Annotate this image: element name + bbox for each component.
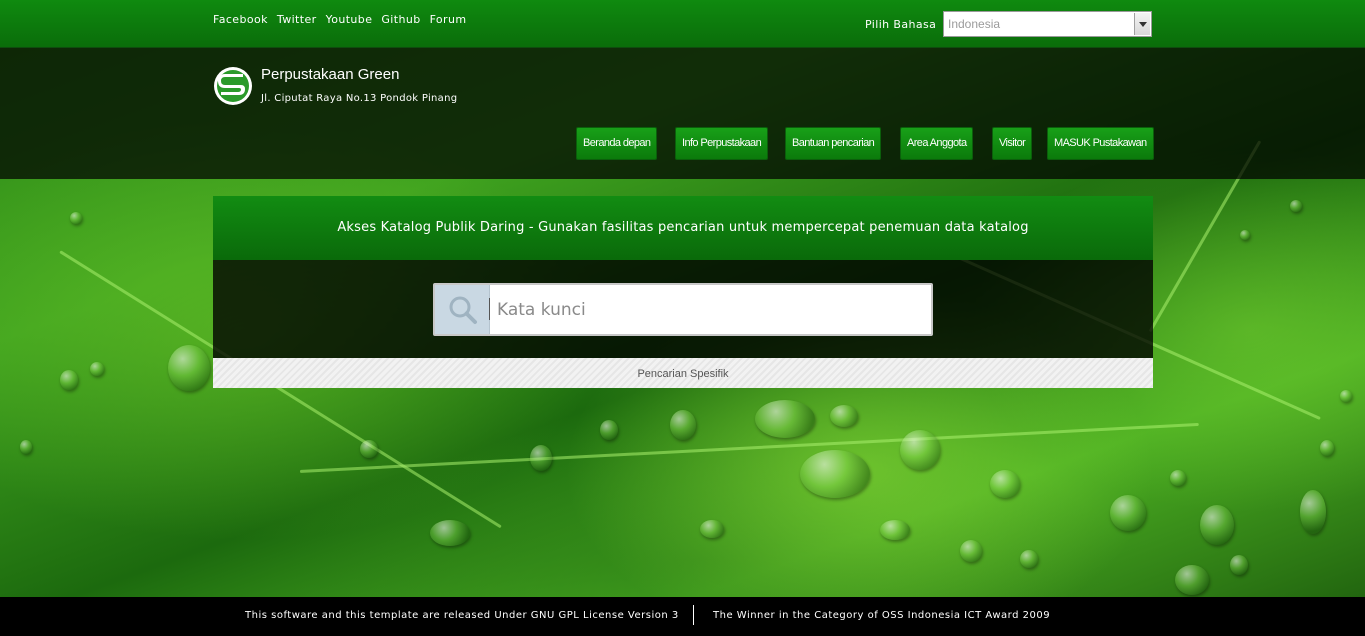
- search-panel-header: Akses Katalog Publik Daring - Gunakan fa…: [213, 196, 1153, 260]
- nav-beranda-depan[interactable]: Beranda depan: [576, 127, 658, 160]
- social-link-twitter[interactable]: Twitter: [277, 13, 317, 26]
- footer: This software and this template are rele…: [0, 597, 1365, 636]
- social-link-forum[interactable]: Forum: [430, 13, 467, 26]
- social-link-facebook[interactable]: Facebook: [213, 13, 268, 26]
- site-title[interactable]: Perpustakaan Green: [261, 66, 399, 83]
- search-icon: [435, 285, 490, 334]
- page: Facebook Twitter Youtube Github Forum Pi…: [0, 0, 1365, 636]
- language-select[interactable]: Indonesia: [943, 11, 1152, 37]
- top-bar: Facebook Twitter Youtube Github Forum Pi…: [0, 0, 1365, 48]
- search-panel-heading: Akses Katalog Publik Daring - Gunakan fa…: [337, 220, 1029, 235]
- footer-divider: [693, 605, 694, 625]
- social-link-youtube[interactable]: Youtube: [326, 13, 373, 26]
- search-input[interactable]: [497, 297, 917, 323]
- nav-info-perpustakaan[interactable]: Info Perpustakaan: [675, 127, 769, 160]
- nav-bantuan-pencarian[interactable]: Bantuan pencarian: [785, 127, 882, 160]
- nav-masuk-pustakawan[interactable]: MASUK Pustakawan: [1047, 127, 1154, 160]
- social-link-github[interactable]: Github: [381, 13, 420, 26]
- chevron-down-icon[interactable]: [1134, 13, 1150, 35]
- advanced-search-link[interactable]: Pencarian Spesifik: [213, 358, 1153, 388]
- text-cursor: [489, 298, 490, 320]
- language-select-value: Indonesia: [948, 17, 1001, 31]
- footer-award-text: The Winner in the Category of OSS Indone…: [713, 610, 1051, 621]
- nav-area-anggota[interactable]: Area Anggota: [900, 127, 974, 160]
- site-logo-icon[interactable]: [213, 66, 253, 106]
- social-links: Facebook Twitter Youtube Github Forum: [213, 13, 466, 26]
- nav-visitor[interactable]: Visitor: [992, 127, 1033, 160]
- site-address: Jl. Ciputat Raya No.13 Pondok Pinang: [261, 93, 458, 104]
- language-label: Pilih Bahasa: [865, 18, 937, 31]
- search-box[interactable]: [433, 283, 933, 336]
- footer-license-text: This software and this template are rele…: [245, 610, 679, 621]
